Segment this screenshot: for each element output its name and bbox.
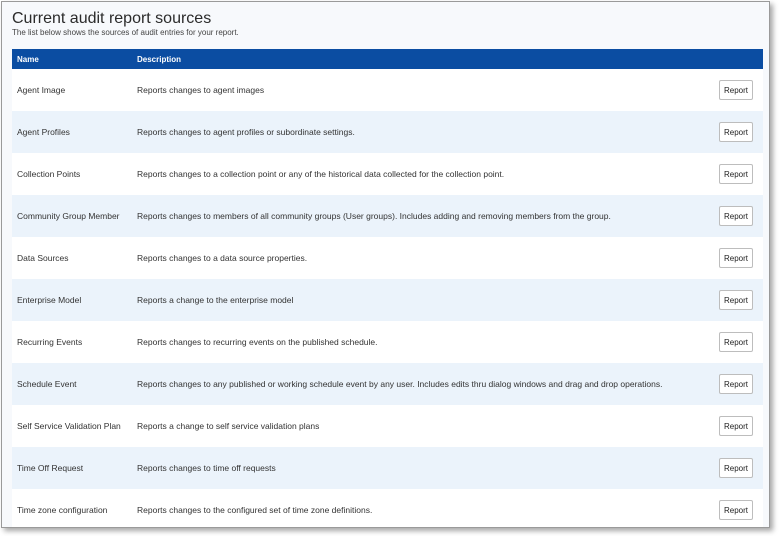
table-row: Schedule Event Reports changes to any pub…	[12, 363, 763, 405]
row-actions: Report	[719, 206, 763, 226]
row-actions: Report	[719, 122, 763, 142]
source-name: Time Off Request	[17, 463, 84, 473]
source-description: Reports changes to the configured set of…	[137, 505, 373, 515]
source-name: Schedule Event	[17, 379, 77, 389]
source-name: Self Service Validation Plan	[17, 421, 121, 431]
source-name: Collection Points	[17, 169, 81, 179]
row-actions: Report	[719, 164, 763, 184]
table-row: Time Off Request Reports changes to time …	[12, 447, 763, 489]
page-title: Current audit report sources	[12, 10, 212, 27]
table-row: Community Group Member Reports changes to…	[12, 195, 763, 237]
source-description: Reports changes to a data source propert…	[137, 253, 308, 263]
report-button[interactable]: Report	[719, 80, 753, 100]
source-name: Recurring Events	[17, 337, 83, 347]
row-actions: Report	[719, 374, 763, 394]
row-actions: Report	[719, 290, 763, 310]
report-button[interactable]: Report	[719, 416, 753, 436]
source-name: Agent Image	[17, 85, 66, 95]
table-row: Agent Image Reports changes to agent imag…	[12, 69, 763, 111]
report-button[interactable]: Report	[719, 290, 753, 310]
report-button[interactable]: Report	[719, 248, 753, 268]
table-row: Self Service Validation Plan Reports a ch…	[12, 405, 763, 447]
table-header: Name Description	[12, 49, 763, 69]
row-actions: Report	[719, 248, 763, 268]
source-description: Reports changes to agent profiles or sub…	[137, 127, 355, 137]
audit-sources-panel: Current audit report sources The list be…	[1, 1, 770, 528]
table-row: Time zone configuration Reports changes t…	[12, 489, 763, 527]
source-name: Enterprise Model	[17, 295, 82, 305]
row-actions: Report	[719, 80, 763, 100]
source-description: Reports changes to recurring events on t…	[137, 337, 378, 347]
source-name: Time zone configuration	[17, 505, 108, 515]
source-name: Data Sources	[17, 253, 69, 263]
source-description: Reports changes to any published or work…	[137, 379, 663, 389]
row-actions: Report	[719, 458, 763, 478]
source-description: Reports changes to a collection point or…	[137, 169, 505, 179]
source-description: Reports changes to members of all commun…	[137, 211, 611, 221]
column-header-name: Name	[17, 54, 39, 64]
table-row: Data Sources Reports changes to a data so…	[12, 237, 763, 279]
source-description: Reports a change to self service validat…	[137, 421, 320, 431]
report-button[interactable]: Report	[719, 458, 753, 478]
row-actions: Report	[719, 416, 763, 436]
table-body: Agent Image Reports changes to agent imag…	[12, 69, 763, 527]
table-row: Collection Points Reports changes to a co…	[12, 153, 763, 195]
report-button[interactable]: Report	[719, 206, 753, 226]
row-actions: Report	[719, 500, 763, 520]
source-description: Reports changes to time off requests	[137, 463, 276, 473]
report-button[interactable]: Report	[719, 164, 753, 184]
audit-sources-table: Name Description Agent Image Reports chan…	[12, 49, 763, 527]
source-description: Reports changes to agent images	[137, 85, 265, 95]
source-name: Community Group Member	[17, 211, 120, 221]
source-name: Agent Profiles	[17, 127, 70, 137]
row-actions: Report	[719, 332, 763, 352]
report-button[interactable]: Report	[719, 332, 753, 352]
report-button[interactable]: Report	[719, 122, 753, 142]
table-row: Enterprise Model Reports a change to the …	[12, 279, 763, 321]
report-button[interactable]: Report	[719, 500, 753, 520]
table-row: Agent Profiles Reports changes to agent p…	[12, 111, 763, 153]
column-header-description: Description	[137, 54, 182, 64]
report-button[interactable]: Report	[719, 374, 753, 394]
source-description: Reports a change to the enterprise model	[137, 295, 294, 305]
table-row: Recurring Events Reports changes to recur…	[12, 321, 763, 363]
page-subtitle: The list below shows the sources of audi…	[12, 28, 239, 37]
